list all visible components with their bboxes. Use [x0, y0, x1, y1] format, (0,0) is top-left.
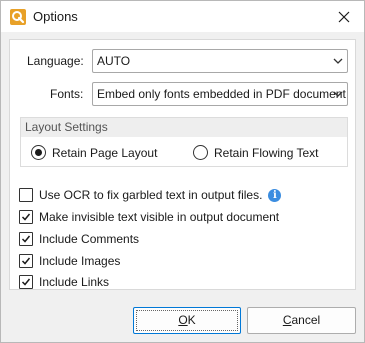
checkbox-label: Make invisible text visible in output do… [39, 210, 280, 224]
ok-button[interactable]: OK [133, 307, 241, 334]
cancel-button[interactable]: Cancel [247, 307, 356, 334]
language-dropdown[interactable]: AUTO [92, 49, 348, 73]
dialog-footer: OK Cancel [1, 297, 364, 342]
checkmark-icon [21, 257, 31, 265]
chevron-down-icon [333, 58, 343, 64]
radio-retain-flowing-text[interactable]: Retain Flowing Text [193, 145, 319, 160]
checkbox-row-ocr[interactable]: Use OCR to fix garbled text in output fi… [19, 188, 282, 202]
checkbox-row-invisible-text[interactable]: Make invisible text visible in output do… [19, 210, 279, 224]
checkbox-label: Include Comments [39, 232, 140, 246]
checkbox-label: Use OCR to fix garbled text in output fi… [39, 188, 263, 202]
options-panel: Language: AUTO Fonts: Embed only fonts e… [9, 39, 356, 290]
radio-button[interactable] [193, 145, 208, 160]
info-icon[interactable]: i [268, 188, 282, 202]
language-value: AUTO [97, 54, 131, 68]
window-title: Options [33, 9, 78, 24]
cancel-button-label: Cancel [282, 313, 321, 327]
checkbox-checked[interactable] [19, 275, 33, 289]
checkbox-checked[interactable] [19, 254, 33, 268]
radio-label: Retain Page Layout [52, 145, 158, 160]
fonts-label: Fonts: [50, 87, 84, 101]
checkmark-icon [21, 213, 31, 221]
checkbox-checked[interactable] [19, 232, 33, 246]
focus-rectangle [136, 310, 238, 331]
language-label: Language: [27, 54, 84, 68]
options-dialog: Options Language: AUTO Fonts: Embed only… [0, 0, 365, 343]
checkbox[interactable] [19, 188, 33, 202]
fonts-value: Embed only fonts embedded in PDF documen… [97, 87, 346, 101]
radio-label: Retain Flowing Text [214, 145, 319, 160]
checkbox-checked[interactable] [19, 210, 33, 224]
checkbox-label: Include Images [39, 254, 121, 268]
chevron-down-icon [333, 91, 343, 97]
checkmark-icon [21, 278, 31, 286]
checkbox-row-comments[interactable]: Include Comments [19, 232, 139, 246]
layout-settings-title: Layout Settings [21, 118, 347, 137]
checkmark-icon [21, 235, 31, 243]
checkbox-row-links[interactable]: Include Links [19, 275, 109, 289]
title-bar: Options [1, 1, 364, 32]
dialog-body: Language: AUTO Fonts: Embed only fonts e… [1, 32, 364, 297]
close-icon [338, 11, 350, 22]
checkbox-row-images[interactable]: Include Images [19, 254, 120, 268]
fonts-dropdown[interactable]: Embed only fonts embedded in PDF documen… [92, 82, 348, 106]
close-button[interactable] [324, 1, 364, 32]
checkbox-label: Include Links [39, 275, 110, 289]
app-logo-icon [10, 9, 26, 25]
radio-retain-page-layout[interactable]: Retain Page Layout [31, 145, 157, 160]
layout-settings-group: Layout Settings Retain Page Layout Retai… [20, 117, 348, 167]
radio-button-checked[interactable] [31, 145, 46, 160]
